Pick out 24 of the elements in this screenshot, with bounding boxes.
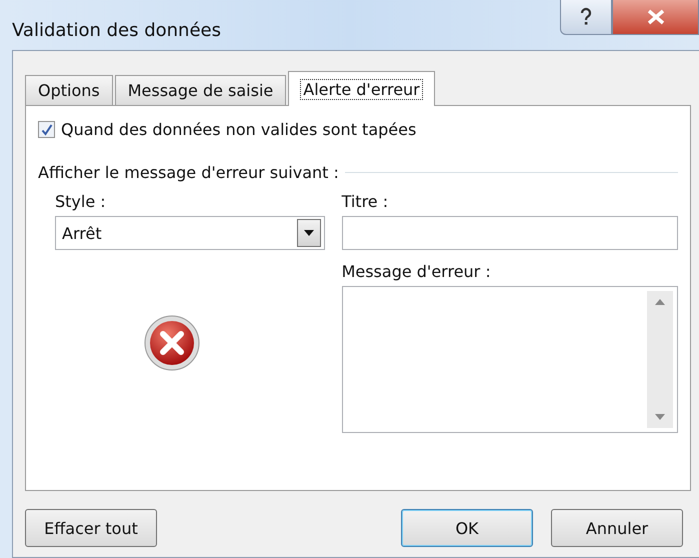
title-field[interactable] xyxy=(342,216,678,250)
close-button[interactable] xyxy=(612,0,699,35)
close-icon xyxy=(646,9,664,25)
tab[interactable]: Options xyxy=(25,75,113,105)
message-field[interactable] xyxy=(342,286,678,433)
field-label: Message d'erreur : xyxy=(342,262,492,283)
style-dropdown[interactable]: Arrêt xyxy=(55,216,325,250)
field-label: Titre : xyxy=(342,192,390,213)
help-button[interactable] xyxy=(560,0,612,35)
dialog-button[interactable]: OK xyxy=(401,509,533,547)
tab[interactable]: Message de saisie xyxy=(114,75,286,105)
tab[interactable]: Alerte d'erreur xyxy=(288,71,435,106)
help-icon xyxy=(579,7,593,27)
field-label: Style : xyxy=(55,192,107,213)
dialog-button[interactable]: Annuler xyxy=(551,509,683,547)
scroll-down-icon[interactable] xyxy=(655,414,665,420)
checkbox-label: Quand des données non valides sont tapées xyxy=(61,120,416,139)
dialog-button[interactable]: Effacer tout xyxy=(25,509,157,547)
checkbox[interactable] xyxy=(38,121,55,138)
error-icon xyxy=(143,314,201,372)
caret-icon xyxy=(304,230,314,236)
window-title: Validation des données xyxy=(12,20,221,41)
section-heading: Afficher le message d'erreur suivant : xyxy=(38,163,339,182)
scroll-up-icon[interactable] xyxy=(655,299,665,305)
